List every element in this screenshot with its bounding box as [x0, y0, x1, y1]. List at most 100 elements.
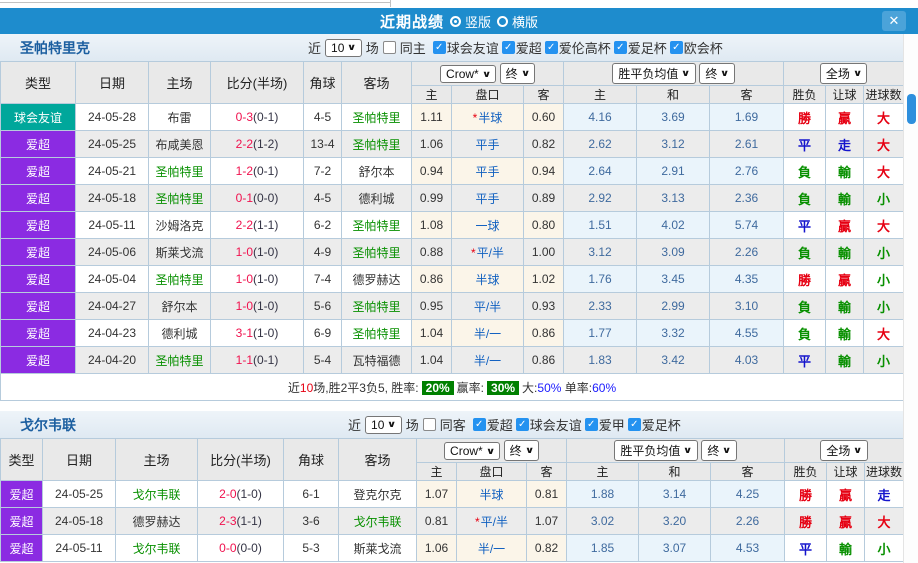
- match-count-select[interactable]: 10 ∨: [325, 39, 362, 57]
- checkbox-checked-icon[interactable]: ✓: [670, 41, 683, 54]
- home-team: 圣帕特里: [149, 185, 211, 212]
- result-scope-select[interactable]: 全场∨: [820, 63, 867, 84]
- same-venue-label[interactable]: 同主: [400, 38, 426, 57]
- vertical-scrollbar[interactable]: [903, 34, 918, 563]
- league-filter-label[interactable]: 欧会杯: [684, 38, 723, 57]
- close-icon[interactable]: ✕: [889, 13, 900, 29]
- match-count-value[interactable]: 10: [331, 41, 344, 55]
- match-count-value[interactable]: 10: [371, 418, 384, 432]
- league-filter-label[interactable]: 爱伦高杯: [559, 38, 611, 57]
- radio-unselected-icon[interactable]: [497, 16, 508, 27]
- away-team: 德罗赫达: [342, 266, 412, 293]
- odds-final-select[interactable]: 终∨: [500, 63, 535, 84]
- team-section-galway-united: 戈尔韦联 近 10 ∨ 场 同客 ✓爱超✓球会友谊✓爱甲✓爱足杯: [0, 411, 918, 562]
- league-filter-label[interactable]: 爱甲: [599, 415, 625, 434]
- result-handicap: 走: [826, 131, 864, 158]
- fulltime-score: 0-3: [236, 110, 253, 124]
- away-team: 戈尔韦联: [339, 508, 417, 535]
- close-button[interactable]: ✕: [882, 11, 906, 31]
- checkbox-checked-icon[interactable]: ✓: [545, 41, 558, 54]
- same-venue-checkbox[interactable]: [423, 418, 436, 431]
- league-type-badge: 爱超: [1, 535, 43, 562]
- view-option-horizontal-label[interactable]: 横版: [512, 12, 538, 31]
- radio-selected-icon[interactable]: [450, 16, 461, 27]
- league-filter[interactable]: ✓爱足杯: [614, 38, 667, 57]
- mean-final-select[interactable]: 终∨: [701, 440, 736, 461]
- odds-home: 1.07: [417, 481, 457, 508]
- league-filter[interactable]: ✓爱伦高杯: [545, 38, 611, 57]
- mean-draw-odds: 3.07: [639, 535, 711, 562]
- checkbox-checked-icon[interactable]: ✓: [614, 41, 627, 54]
- view-option-vertical-label[interactable]: 竖版: [465, 12, 491, 31]
- same-venue-checkbox[interactable]: [383, 41, 396, 54]
- scrollbar-thumb[interactable]: [907, 94, 916, 124]
- checkbox-checked-icon[interactable]: ✓: [473, 418, 486, 431]
- background-fragment-line: [0, 2, 390, 3]
- result-handicap-value: 贏: [838, 111, 851, 126]
- league-filter-label[interactable]: 爱超: [516, 38, 542, 57]
- league-filter[interactable]: ✓爱超: [473, 415, 513, 434]
- mean-odds-select[interactable]: 胜平负均值∨: [614, 440, 697, 461]
- mean-away-odds: 4.53: [711, 535, 785, 562]
- checkbox-checked-icon[interactable]: ✓: [585, 418, 598, 431]
- fulltime-score: 1-0: [236, 299, 253, 313]
- match-row: 爱超24-05-21圣帕特里1-2(0-1)7-2舒尔本0.94平手0.942.…: [1, 158, 904, 185]
- corners-cell: 7-2: [304, 158, 342, 185]
- handicap-cell: *平/半: [452, 239, 524, 266]
- view-option-vertical[interactable]: 竖版: [450, 12, 491, 31]
- league-filter-label[interactable]: 球会友谊: [530, 415, 582, 434]
- result-wdl: 負: [784, 293, 826, 320]
- handicap-line: 平手: [475, 138, 499, 152]
- score-cell: 1-0(1-0): [211, 266, 304, 293]
- league-filter[interactable]: ✓欧会杯: [670, 38, 723, 57]
- odds-home: 0.86: [412, 266, 452, 293]
- mean-odds-select[interactable]: 胜平负均值∨: [612, 63, 695, 84]
- checkbox-checked-icon[interactable]: ✓: [502, 41, 515, 54]
- match-row: 爱超24-05-06斯莱戈流1-0(1-0)4-9圣帕特里0.88*平/半1.0…: [1, 239, 904, 266]
- away-team: 圣帕特里: [342, 104, 412, 131]
- corners-cell: 4-9: [304, 239, 342, 266]
- match-row: 爱超24-04-20圣帕特里1-1(0-1)5-4瓦特福德1.04半/一0.86…: [1, 347, 904, 374]
- bookmaker-select[interactable]: Crow*∨: [440, 65, 496, 83]
- league-filter[interactable]: ✓爱足杯: [628, 415, 681, 434]
- chevron-down-icon: ∨: [486, 446, 496, 457]
- result-scope-select[interactable]: 全场∨: [820, 440, 867, 461]
- league-filter[interactable]: ✓爱甲: [585, 415, 625, 434]
- halftime-score: (0-1): [253, 164, 278, 178]
- corners-cell: 6-1: [284, 481, 339, 508]
- league-filter-label[interactable]: 爱足杯: [642, 415, 681, 434]
- col-result-goals: 进球数: [865, 463, 904, 481]
- mean-final-select[interactable]: 终∨: [699, 63, 734, 84]
- league-filter[interactable]: ✓爱超: [502, 38, 542, 57]
- league-filter-label[interactable]: 球会友谊: [447, 38, 499, 57]
- league-filter[interactable]: ✓球会友谊: [433, 38, 499, 57]
- score-cell: 2-2(1-2): [211, 131, 304, 158]
- checkbox-checked-icon[interactable]: ✓: [628, 418, 641, 431]
- same-venue-label[interactable]: 同客: [440, 415, 466, 434]
- match-date: 24-05-18: [43, 508, 116, 535]
- result-handicap-value: 輸: [838, 165, 851, 180]
- match-count-select[interactable]: 10 ∨: [365, 416, 402, 434]
- table-header: 类型 日期 主场 比分(半场) 角球 客场 Crow*∨ 终∨ 胜平负均值∨ 终…: [1, 439, 904, 481]
- league-filter-label[interactable]: 爱足杯: [628, 38, 667, 57]
- result-goals-value: 小: [877, 192, 890, 207]
- result-wdl: 負: [784, 158, 826, 185]
- league-filter[interactable]: ✓球会友谊: [516, 415, 582, 434]
- result-wdl-value: 平: [798, 354, 811, 369]
- summary-part: 10: [300, 381, 313, 395]
- col-result-wdl: 胜负: [784, 86, 826, 104]
- bookmaker-select[interactable]: Crow*∨: [444, 442, 500, 460]
- checkbox-checked-icon[interactable]: ✓: [433, 41, 446, 54]
- result-wdl: 平: [784, 131, 826, 158]
- league-type-badge: 爱超: [1, 185, 76, 212]
- league-filter-label[interactable]: 爱超: [487, 415, 513, 434]
- odds-final-select[interactable]: 终∨: [504, 440, 539, 461]
- col-away: 客场: [339, 439, 417, 481]
- result-handicap: 贏: [826, 266, 864, 293]
- view-option-horizontal[interactable]: 横版: [497, 12, 538, 31]
- halftime-score: (1-0): [237, 487, 262, 501]
- away-team: 圣帕特里: [342, 239, 412, 266]
- checkbox-checked-icon[interactable]: ✓: [516, 418, 529, 431]
- score-cell: 0-0(0-0): [198, 535, 284, 562]
- halftime-score: (1-0): [253, 245, 278, 259]
